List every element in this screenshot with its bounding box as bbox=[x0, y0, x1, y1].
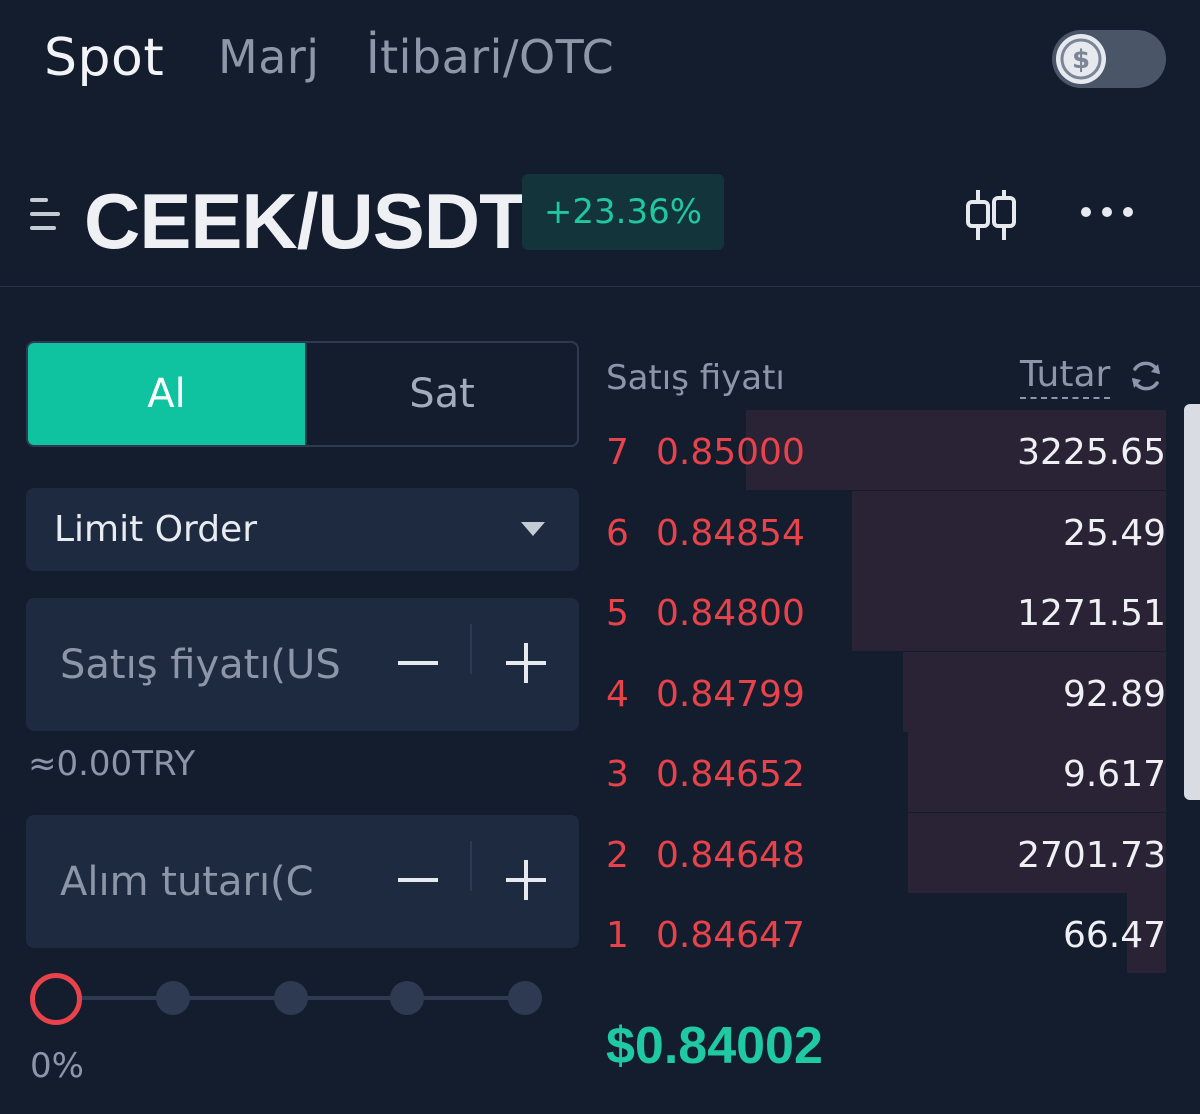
more-icon[interactable] bbox=[1078, 200, 1136, 224]
svg-text:$: $ bbox=[1072, 45, 1090, 75]
stepper-divider bbox=[470, 624, 472, 674]
orderbook-amount-header[interactable]: Tutar bbox=[1020, 354, 1111, 399]
currency-toggle[interactable]: $ bbox=[1052, 30, 1166, 88]
orderbook-row[interactable]: 3 0.84652 9.617 bbox=[606, 732, 1166, 812]
tab-margin[interactable]: Marj bbox=[218, 30, 320, 84]
orderbook-row-index: 7 bbox=[606, 432, 629, 473]
orderbook-price-header: Satış fiyatı bbox=[606, 358, 785, 398]
orderbook-row[interactable]: 4 0.84799 92.89 bbox=[606, 651, 1166, 732]
tab-otc[interactable]: İtibari/OTC bbox=[366, 30, 614, 84]
orderbook-row-index: 2 bbox=[606, 834, 629, 876]
slider-handle[interactable] bbox=[30, 973, 82, 1025]
price-decrease-button[interactable] bbox=[398, 638, 438, 688]
order-type-label: Limit Order bbox=[54, 509, 257, 550]
price-increase-button[interactable] bbox=[506, 638, 546, 688]
header-divider bbox=[0, 286, 1200, 287]
stepper-divider bbox=[470, 841, 472, 891]
slider-step-75[interactable] bbox=[390, 981, 424, 1015]
chevron-down-icon bbox=[521, 522, 545, 536]
orderbook-row-index: 5 bbox=[606, 593, 629, 634]
orderbook-row-amount: 25.49 bbox=[1062, 512, 1166, 554]
orderbook-row-price: 0.85000 bbox=[656, 432, 805, 473]
scrollbar[interactable] bbox=[1184, 404, 1200, 800]
orderbook-row-amount: 3225.65 bbox=[1017, 432, 1166, 473]
amount-field: Alım tutarı(C bbox=[26, 815, 579, 948]
try-approx-value: ≈0.00TRY bbox=[28, 744, 196, 784]
price-field: Satış fiyatı(US bbox=[26, 598, 579, 731]
pair-menu-icon[interactable] bbox=[30, 196, 64, 232]
orderbook-row-price: 0.84854 bbox=[656, 512, 805, 554]
orderbook-row[interactable]: 7 0.85000 3225.65 bbox=[606, 410, 1166, 490]
price-input[interactable]: Satış fiyatı(US bbox=[60, 642, 360, 688]
orderbook-row-price: 0.84800 bbox=[656, 593, 805, 634]
amount-input[interactable]: Alım tutarı(C bbox=[60, 859, 360, 905]
orderbook-row-index: 1 bbox=[606, 915, 629, 956]
slider-percent-label: 0% bbox=[30, 1046, 84, 1086]
order-type-select[interactable]: Limit Order bbox=[26, 488, 579, 571]
refresh-icon[interactable] bbox=[1128, 358, 1164, 394]
tab-spot[interactable]: Spot bbox=[44, 28, 164, 88]
orderbook-row-price: 0.84799 bbox=[656, 673, 805, 715]
orderbook-row-amount: 92.89 bbox=[1062, 673, 1166, 715]
orderbook-row-price: 0.84647 bbox=[656, 915, 805, 956]
orderbook-row-amount: 9.617 bbox=[1062, 754, 1166, 795]
candlestick-chart-icon[interactable] bbox=[962, 186, 1020, 244]
orderbook-row[interactable]: 6 0.84854 25.49 bbox=[606, 490, 1166, 571]
orderbook-row[interactable]: 2 0.84648 2701.73 bbox=[606, 812, 1166, 893]
orderbook-row-price: 0.84648 bbox=[656, 834, 805, 876]
last-price: $0.84002 bbox=[606, 1017, 823, 1075]
price-change-badge: +23.36% bbox=[522, 174, 724, 250]
orderbook-row-price: 0.84652 bbox=[656, 754, 805, 795]
orderbook-row-index: 4 bbox=[606, 673, 629, 715]
slider-step-100[interactable] bbox=[508, 981, 542, 1015]
sell-tab[interactable]: Sat bbox=[305, 343, 577, 445]
orderbook-row-amount: 2701.73 bbox=[1017, 834, 1166, 876]
orderbook-row-index: 3 bbox=[606, 754, 629, 795]
buy-tab[interactable]: Al bbox=[28, 343, 305, 445]
orderbook-row-amount: 1271.51 bbox=[1017, 593, 1166, 634]
dollar-icon: $ bbox=[1056, 34, 1106, 84]
slider-step-50[interactable] bbox=[274, 981, 308, 1015]
pair-title[interactable]: CEEK/USDT bbox=[84, 176, 527, 267]
orderbook-row-amount: 66.47 bbox=[1062, 915, 1166, 956]
orderbook-row[interactable]: 1 0.84647 66.47 bbox=[606, 893, 1166, 973]
orderbook-row-index: 6 bbox=[606, 512, 629, 554]
orderbook-row[interactable]: 5 0.84800 1271.51 bbox=[606, 571, 1166, 651]
buy-sell-switch: Al Sat bbox=[26, 341, 579, 447]
amount-decrease-button[interactable] bbox=[398, 855, 438, 905]
slider-step-25[interactable] bbox=[156, 981, 190, 1015]
amount-increase-button[interactable] bbox=[506, 855, 546, 905]
